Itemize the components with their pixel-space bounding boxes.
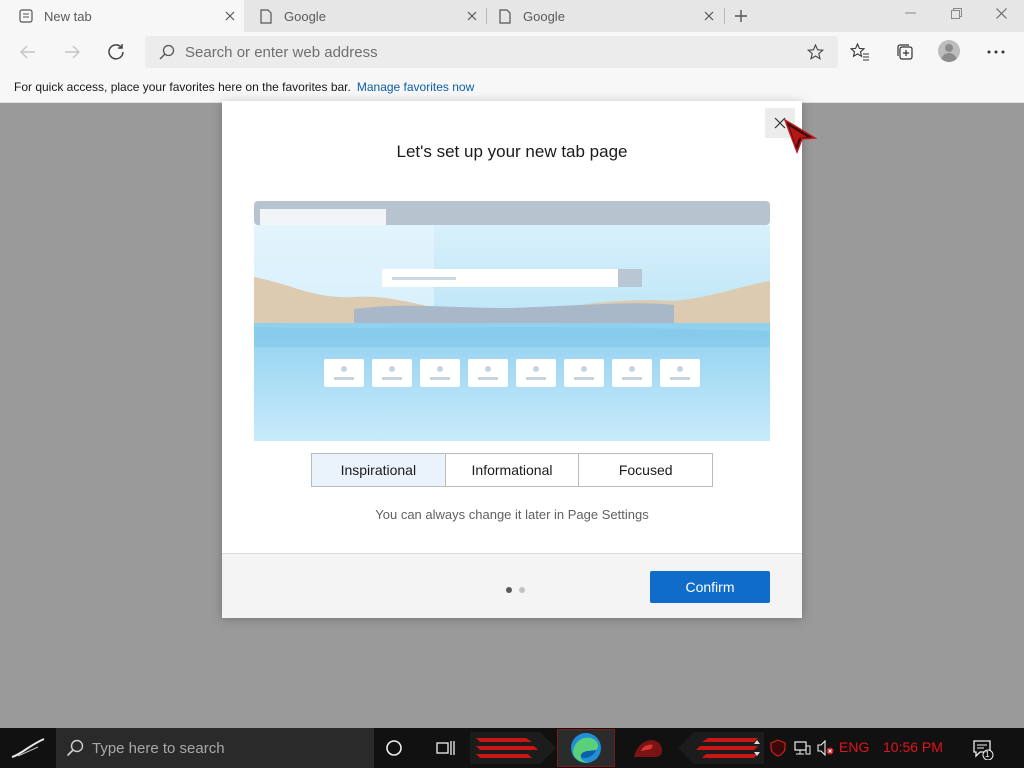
start-button[interactable] — [0, 728, 56, 768]
notifications-icon[interactable]: 1 — [972, 738, 994, 761]
option-informational[interactable]: Informational — [445, 454, 580, 486]
search-icon — [66, 739, 84, 757]
collections-button[interactable] — [889, 36, 921, 68]
tab-title: New tab — [44, 8, 92, 24]
pager-dot[interactable] — [519, 587, 525, 593]
address-input[interactable]: Search or enter web address — [185, 44, 378, 61]
taskbar-app-2[interactable] — [620, 730, 676, 766]
settings-hint-text: You can always change it later in Page S… — [375, 507, 649, 522]
back-button[interactable] — [12, 36, 44, 68]
favorites-button[interactable] — [844, 36, 876, 68]
new-tab-button[interactable] — [729, 4, 753, 28]
layout-preview-image — [254, 201, 770, 441]
profile-avatar[interactable] — [938, 40, 960, 62]
security-shield-icon[interactable] — [768, 738, 788, 758]
taskbar-app-edge[interactable] — [557, 729, 615, 767]
page-icon — [258, 8, 274, 24]
favorites-bar: For quick access, place your favorites h… — [0, 71, 1024, 103]
minimize-button[interactable] — [887, 0, 933, 26]
taskbar-scroll-arrows-icon[interactable] — [750, 738, 764, 758]
dialog-title: Let's set up your new tab page — [396, 142, 628, 161]
confirm-button[interactable]: Confirm — [650, 571, 770, 603]
edge-icon — [571, 733, 601, 763]
app-icon — [634, 740, 662, 757]
new-tab-setup-dialog: Let's set up your new tab page Inspirati… — [222, 101, 802, 618]
network-icon[interactable] — [792, 738, 812, 758]
restore-button[interactable] — [933, 0, 979, 26]
favorites-bar-message: For quick access, place your favorites h… — [14, 79, 351, 94]
close-tab-icon[interactable] — [464, 8, 480, 24]
new-tab-page-icon — [18, 8, 34, 24]
close-window-button[interactable] — [978, 0, 1024, 26]
page-icon — [497, 8, 513, 24]
mouse-cursor-icon — [783, 118, 818, 159]
tab-strip: New tab Google Google — [0, 0, 1024, 32]
tab-new-tab[interactable]: New tab — [0, 0, 244, 32]
tab-title: Google — [523, 8, 565, 24]
taskbar-search-box[interactable]: Type here to search — [56, 728, 374, 768]
navigation-toolbar: Search or enter web address — [0, 32, 1024, 71]
taskbar-decoration-left — [470, 732, 556, 764]
tab-google-2[interactable]: Google — [487, 0, 723, 32]
close-tab-icon[interactable] — [222, 8, 238, 24]
tab-title: Google — [284, 8, 326, 24]
address-bar[interactable]: Search or enter web address — [145, 36, 838, 68]
pager-dot-active[interactable] — [506, 587, 512, 593]
notification-count: 1 — [985, 750, 990, 759]
manage-favorites-link[interactable]: Manage favorites now — [357, 80, 474, 94]
option-focused[interactable]: Focused — [579, 454, 713, 486]
forward-button[interactable] — [56, 36, 88, 68]
taskbar-search-input[interactable]: Type here to search — [92, 740, 225, 757]
close-tab-icon[interactable] — [701, 8, 717, 24]
tab-separator — [724, 8, 725, 24]
refresh-button[interactable] — [100, 36, 132, 68]
language-indicator[interactable]: ENG — [839, 739, 869, 755]
cortana-icon[interactable] — [382, 736, 406, 760]
taskbar: Type here to search ENG 10:56 PM 1 — [0, 728, 1024, 768]
tab-google-1[interactable]: Google — [244, 0, 486, 32]
task-view-icon[interactable] — [434, 736, 458, 760]
settings-more-button[interactable] — [980, 36, 1012, 68]
dialog-footer: Confirm — [222, 553, 802, 618]
volume-muted-icon[interactable] — [816, 738, 836, 758]
add-favorite-star-icon[interactable] — [806, 43, 825, 65]
search-icon — [159, 44, 175, 60]
layout-option-group: Inspirational Informational Focused — [311, 453, 713, 487]
clock[interactable]: 10:56 PM — [883, 739, 943, 755]
option-inspirational[interactable]: Inspirational — [312, 454, 446, 486]
